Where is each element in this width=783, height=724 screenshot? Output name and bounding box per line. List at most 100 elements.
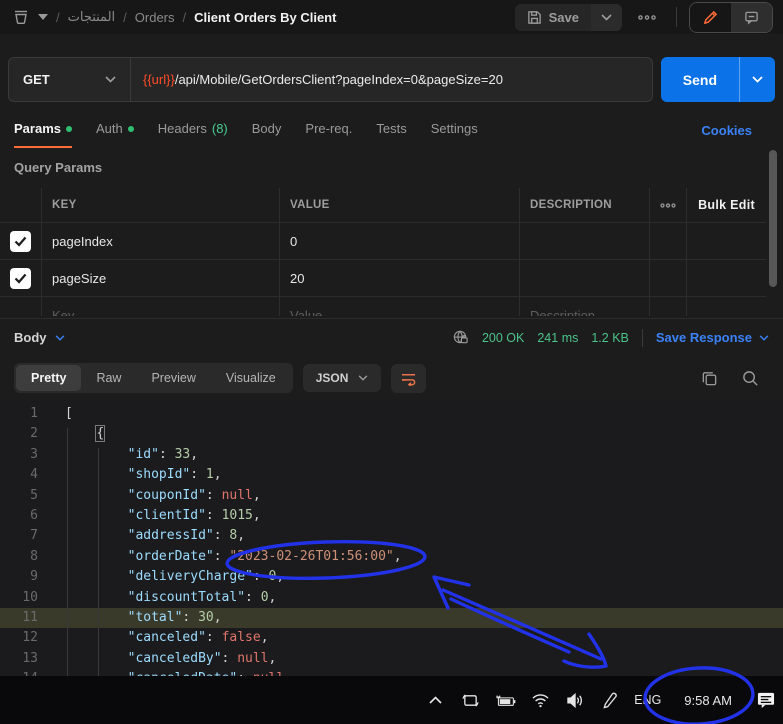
format-select[interactable]: JSON bbox=[303, 364, 382, 392]
more-actions-button[interactable] bbox=[630, 11, 664, 24]
wrap-text-icon bbox=[400, 371, 417, 386]
scrollbar[interactable] bbox=[769, 150, 777, 287]
code-lines: 1[2 {3 "id": 33,4 "shopId": 1,5 "couponI… bbox=[0, 404, 783, 689]
tab-auth[interactable]: Auth bbox=[96, 121, 134, 148]
headers-count: (8) bbox=[212, 121, 228, 136]
language-indicator[interactable]: ENG bbox=[634, 693, 661, 707]
code-line: 3 "id": 33, bbox=[0, 445, 783, 465]
view-tab-raw[interactable]: Raw bbox=[81, 365, 136, 391]
breadcrumb-folder[interactable]: Orders bbox=[135, 10, 175, 25]
copy-icon bbox=[701, 370, 718, 387]
param-value[interactable]: 20 bbox=[280, 260, 520, 296]
status-badge[interactable]: 200 OK bbox=[482, 331, 524, 345]
bulk-edit-button[interactable]: Bulk Edit bbox=[687, 188, 766, 222]
wrap-text-button[interactable] bbox=[391, 364, 426, 393]
code-line: 10 "discountTotal": 0, bbox=[0, 588, 783, 608]
code-line: 7 "addressId": 8, bbox=[0, 526, 783, 546]
breadcrumb-separator: / bbox=[56, 10, 60, 25]
send-options-chevron[interactable] bbox=[739, 57, 775, 102]
wifi-icon[interactable] bbox=[529, 693, 551, 708]
col-key: KEY bbox=[42, 188, 280, 222]
param-description-placeholder[interactable]: Description bbox=[520, 297, 650, 316]
send-button[interactable]: Send bbox=[661, 57, 739, 102]
postman-window: / المنتجات / Orders / Client Orders By C… bbox=[0, 0, 783, 724]
table-header-row: KEY VALUE DESCRIPTION Bulk Edit bbox=[0, 188, 766, 222]
top-bar: / المنتجات / Orders / Client Orders By C… bbox=[0, 0, 783, 34]
collection-chevron-icon[interactable] bbox=[38, 14, 48, 20]
response-view-tabs: Pretty Raw Preview Visualize JSON bbox=[0, 360, 783, 396]
floppy-icon bbox=[527, 10, 542, 25]
more-icon bbox=[660, 203, 676, 208]
param-description[interactable] bbox=[520, 260, 650, 296]
breadcrumb-collection[interactable]: المنتجات bbox=[68, 10, 116, 25]
param-description[interactable] bbox=[520, 223, 650, 259]
send-button-group: Send bbox=[661, 57, 775, 102]
volume-icon[interactable] bbox=[564, 693, 586, 708]
code-line: 11 "total": 30, bbox=[0, 608, 783, 628]
tab-body[interactable]: Body bbox=[252, 121, 282, 148]
row-checkbox[interactable] bbox=[10, 231, 31, 252]
comment-mode-button[interactable] bbox=[731, 3, 772, 32]
tab-prereq[interactable]: Pre-req. bbox=[305, 121, 352, 148]
pen-icon[interactable] bbox=[599, 692, 621, 709]
tab-settings[interactable]: Settings bbox=[431, 121, 478, 148]
chevron-down-icon bbox=[358, 375, 368, 381]
response-time[interactable]: 241 ms bbox=[537, 331, 578, 345]
battery-icon[interactable] bbox=[494, 694, 516, 707]
save-button-group: Save bbox=[515, 4, 622, 31]
param-key[interactable]: pageSize bbox=[42, 260, 280, 296]
response-body-dropdown[interactable]: Body bbox=[14, 330, 65, 345]
save-button[interactable]: Save bbox=[515, 4, 591, 31]
comment-icon bbox=[744, 10, 759, 25]
param-key-placeholder[interactable]: Key bbox=[42, 297, 280, 316]
url-input[interactable]: {{url}}/api/Mobile/GetOrdersClient?pageI… bbox=[131, 58, 515, 101]
view-tab-visualize[interactable]: Visualize bbox=[211, 365, 291, 391]
edit-mode-button[interactable] bbox=[690, 3, 731, 32]
params-more-button[interactable] bbox=[650, 188, 687, 222]
method-select[interactable]: GET bbox=[9, 58, 131, 101]
table-row: pageSize 20 bbox=[0, 259, 766, 296]
breadcrumb-request[interactable]: Client Orders By Client bbox=[194, 10, 336, 25]
auth-dot bbox=[128, 126, 134, 132]
param-value-placeholder[interactable]: Value bbox=[280, 297, 520, 316]
query-params-title: Query Params bbox=[14, 160, 102, 175]
view-tab-preview[interactable]: Preview bbox=[136, 365, 210, 391]
code-line: 9 "deliveryCharge": 0, bbox=[0, 567, 783, 587]
save-response-button[interactable]: Save Response bbox=[656, 330, 769, 345]
code-line: 8 "orderDate": "2023-02-26T01:56:00", bbox=[0, 547, 783, 567]
tab-params[interactable]: Params bbox=[14, 121, 72, 148]
network-lock-icon[interactable] bbox=[452, 329, 469, 346]
code-line: 2 { bbox=[0, 424, 783, 444]
mode-toggle bbox=[689, 2, 773, 33]
col-value: VALUE bbox=[280, 188, 520, 222]
tablet-mode-icon[interactable] bbox=[459, 692, 481, 709]
tray-expand-chevron-icon[interactable] bbox=[424, 696, 446, 704]
breadcrumb-separator: / bbox=[183, 10, 187, 25]
row-checkbox[interactable] bbox=[10, 268, 31, 289]
params-dot bbox=[66, 126, 72, 132]
collection-icon[interactable] bbox=[10, 8, 32, 26]
table-row: pageIndex 0 bbox=[0, 222, 766, 259]
tab-tests[interactable]: Tests bbox=[376, 121, 406, 148]
response-size[interactable]: 1.2 KB bbox=[591, 331, 629, 345]
breadcrumb-separator: / bbox=[123, 10, 127, 25]
param-value[interactable]: 0 bbox=[280, 223, 520, 259]
tab-headers[interactable]: Headers(8) bbox=[158, 121, 228, 148]
url-variable: {{url}} bbox=[143, 72, 175, 87]
action-center-icon[interactable] bbox=[755, 691, 777, 709]
code-line: 5 "couponId": null, bbox=[0, 486, 783, 506]
view-tab-pretty[interactable]: Pretty bbox=[16, 365, 81, 391]
url-path: /api/Mobile/GetOrdersClient?pageIndex=0&… bbox=[175, 72, 503, 87]
clock[interactable]: 9:58 AM bbox=[674, 693, 742, 708]
param-key[interactable]: pageIndex bbox=[42, 223, 280, 259]
save-options-chevron[interactable] bbox=[591, 4, 622, 31]
cookies-link[interactable]: Cookies bbox=[701, 123, 752, 148]
copy-button[interactable] bbox=[701, 370, 718, 387]
search-button[interactable] bbox=[742, 370, 759, 387]
request-tabs: Params Auth Headers(8) Body Pre-req. Tes… bbox=[0, 114, 766, 148]
response-header: Body 200 OK 241 ms 1.2 KB Save Response bbox=[0, 318, 783, 356]
query-params-table: KEY VALUE DESCRIPTION Bulk Edit pageInde… bbox=[0, 188, 766, 316]
windows-taskbar: ENG 9:58 AM bbox=[0, 676, 783, 724]
code-line: 1[ bbox=[0, 404, 783, 424]
chevron-down-icon bbox=[759, 335, 769, 341]
